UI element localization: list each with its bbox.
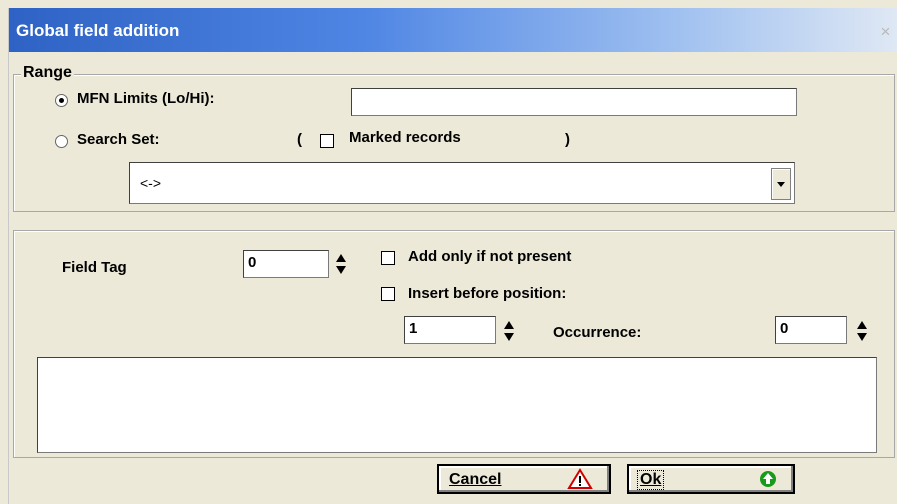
mfn-limits-label: MFN Limits (Lo/Hi): [77, 90, 215, 107]
ok-label: Ok [637, 470, 665, 490]
search-set-label: Search Set: [77, 131, 160, 148]
chevron-down-icon [777, 182, 785, 187]
occurrence-label: Occurrence: [553, 324, 642, 341]
insert-before-label: Insert before position: [408, 285, 567, 302]
cancel-button[interactable]: Cancel [437, 464, 611, 494]
marked-records-checkbox[interactable] [320, 134, 334, 148]
search-set-dropdown[interactable]: <-> [129, 162, 795, 204]
ok-button[interactable]: Ok [627, 464, 795, 494]
marked-close-paren: ) [565, 131, 570, 148]
warning-icon [567, 468, 593, 489]
up-arrow-circle-icon [760, 471, 776, 487]
cancel-label: Cancel [449, 471, 502, 488]
spinner-arrows-icon [857, 321, 867, 341]
occurrence-spinner[interactable] [855, 318, 869, 344]
insert-before-checkbox[interactable] [381, 287, 395, 301]
spinner-arrows-icon [336, 254, 346, 274]
position-spinner[interactable] [502, 318, 516, 344]
window-title: Global field addition [16, 21, 180, 40]
title-bar: Global field addition × [9, 8, 897, 52]
search-set-radio[interactable] [55, 135, 68, 148]
field-tag-input[interactable]: 0 [243, 250, 329, 278]
add-only-checkbox[interactable] [381, 251, 395, 265]
spinner-arrows-icon [504, 321, 514, 341]
mfn-limits-radio[interactable] [55, 94, 68, 107]
marked-records-label: Marked records [349, 129, 461, 146]
field-tag-label: Field Tag [62, 259, 127, 276]
field-tag-spinner[interactable] [334, 251, 348, 277]
close-icon[interactable]: × [876, 22, 895, 41]
dropdown-arrow-button[interactable] [771, 168, 791, 200]
marked-open-paren: ( [297, 131, 302, 148]
position-input[interactable]: 1 [404, 316, 496, 344]
search-set-value: <-> [140, 175, 162, 191]
add-only-label: Add only if not present [408, 248, 572, 265]
range-label: Range [21, 64, 74, 82]
occurrence-input[interactable]: 0 [775, 316, 847, 344]
dialog: Global field addition × Range MFN Limits… [8, 8, 897, 504]
mfn-limits-input[interactable] [351, 88, 797, 116]
field-content-textarea[interactable] [37, 357, 877, 453]
